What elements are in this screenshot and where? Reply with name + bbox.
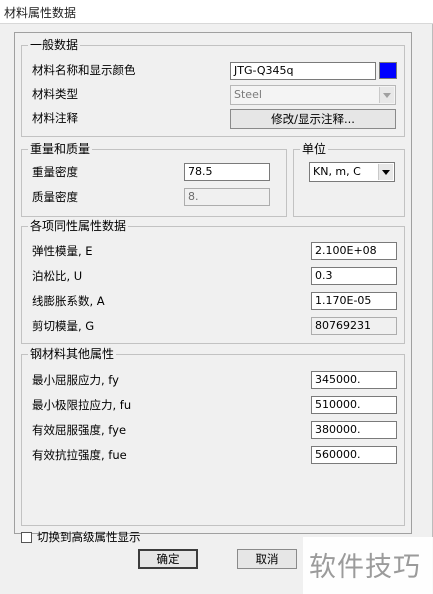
effective-tensile-field[interactable]: 560000. <box>311 446 397 464</box>
cancel-button[interactable]: 取消 <box>237 549 297 569</box>
edit-note-button[interactable]: 修改/显示注释... <box>230 109 396 129</box>
min-yield-stress-label: 最小屈服应力, fy <box>32 373 119 387</box>
material-name-label: 材料名称和显示颜色 <box>32 63 136 77</box>
general-data-group: 一般数据 材料名称和显示颜色 JTG-Q345q 材料类型 Steel 材料注释… <box>21 38 405 137</box>
steel-property-group: 钢材料其他属性 最小屈服应力, fy 345000. 最小极限拉应力, fu 5… <box>21 347 405 526</box>
units-legend: 单位 <box>300 142 329 156</box>
material-type-select: Steel <box>230 85 396 105</box>
effective-yield-field[interactable]: 380000. <box>311 421 397 439</box>
poisson-ratio-field[interactable]: 0.3 <box>311 267 397 285</box>
advanced-display-checkbox[interactable] <box>21 532 32 543</box>
window-title: 材料属性数据 <box>4 6 77 20</box>
dialog-body: 一般数据 材料名称和显示颜色 JTG-Q345q 材料类型 Steel 材料注释… <box>0 24 421 580</box>
material-name-field[interactable]: JTG-Q345q <box>230 62 376 80</box>
isotropic-property-group: 各项同性属性数据 弹性模量, E 2.100E+08 泊松比, U 0.3 线膨… <box>21 219 405 344</box>
effective-tensile-label: 有效抗拉强度, fue <box>32 448 127 462</box>
advanced-display-label: 切换到高级属性显示 <box>37 530 141 544</box>
thermal-coefficient-field[interactable]: 1.170E-05 <box>311 292 397 310</box>
chevron-down-icon <box>378 164 393 180</box>
title-bar[interactable]: 材料属性数据 <box>0 0 433 24</box>
units-group: 单位 KN, m, C <box>293 142 405 217</box>
steel-legend: 钢材料其他属性 <box>28 347 117 361</box>
weight-density-field[interactable]: 78.5 <box>184 163 270 181</box>
property-frame: 一般数据 材料名称和显示颜色 JTG-Q345q 材料类型 Steel 材料注释… <box>14 32 412 534</box>
weight-mass-legend: 重量和质量 <box>28 142 93 156</box>
shear-modulus-label: 剪切模量, G <box>32 319 95 333</box>
watermark-text: 软件技巧 <box>309 552 421 583</box>
material-type-label: 材料类型 <box>32 87 78 101</box>
shear-modulus-field: 80769231 <box>311 317 397 335</box>
mass-density-field: 8. <box>184 188 270 206</box>
material-type-value: Steel <box>234 88 262 101</box>
elastic-modulus-field[interactable]: 2.100E+08 <box>311 242 397 260</box>
weight-density-label: 重量密度 <box>32 165 78 179</box>
display-color-swatch[interactable] <box>379 62 397 79</box>
general-data-legend: 一般数据 <box>28 38 81 52</box>
poisson-ratio-label: 泊松比, U <box>32 269 83 283</box>
material-note-label: 材料注释 <box>32 111 78 125</box>
watermark: 软件技巧 <box>303 537 433 594</box>
elastic-modulus-label: 弹性模量, E <box>32 244 93 258</box>
min-tensile-stress-label: 最小极限拉应力, fu <box>32 398 132 412</box>
chevron-down-icon <box>379 87 394 103</box>
material-property-dialog: 材料属性数据 一般数据 材料名称和显示颜色 JTG-Q345q 材料类型 Ste… <box>0 0 433 594</box>
thermal-coefficient-label: 线膨胀系数, A <box>32 294 105 308</box>
units-select[interactable]: KN, m, C <box>309 162 395 182</box>
min-yield-stress-field[interactable]: 345000. <box>311 371 397 389</box>
isotropic-legend: 各项同性属性数据 <box>28 219 129 233</box>
mass-density-label: 质量密度 <box>32 190 78 204</box>
ok-button[interactable]: 确定 <box>138 549 198 569</box>
units-value: KN, m, C <box>313 165 361 178</box>
min-tensile-stress-field[interactable]: 510000. <box>311 396 397 414</box>
effective-yield-label: 有效屈服强度, fye <box>32 423 127 437</box>
weight-mass-group: 重量和质量 重量密度 78.5 质量密度 8. <box>21 142 287 217</box>
